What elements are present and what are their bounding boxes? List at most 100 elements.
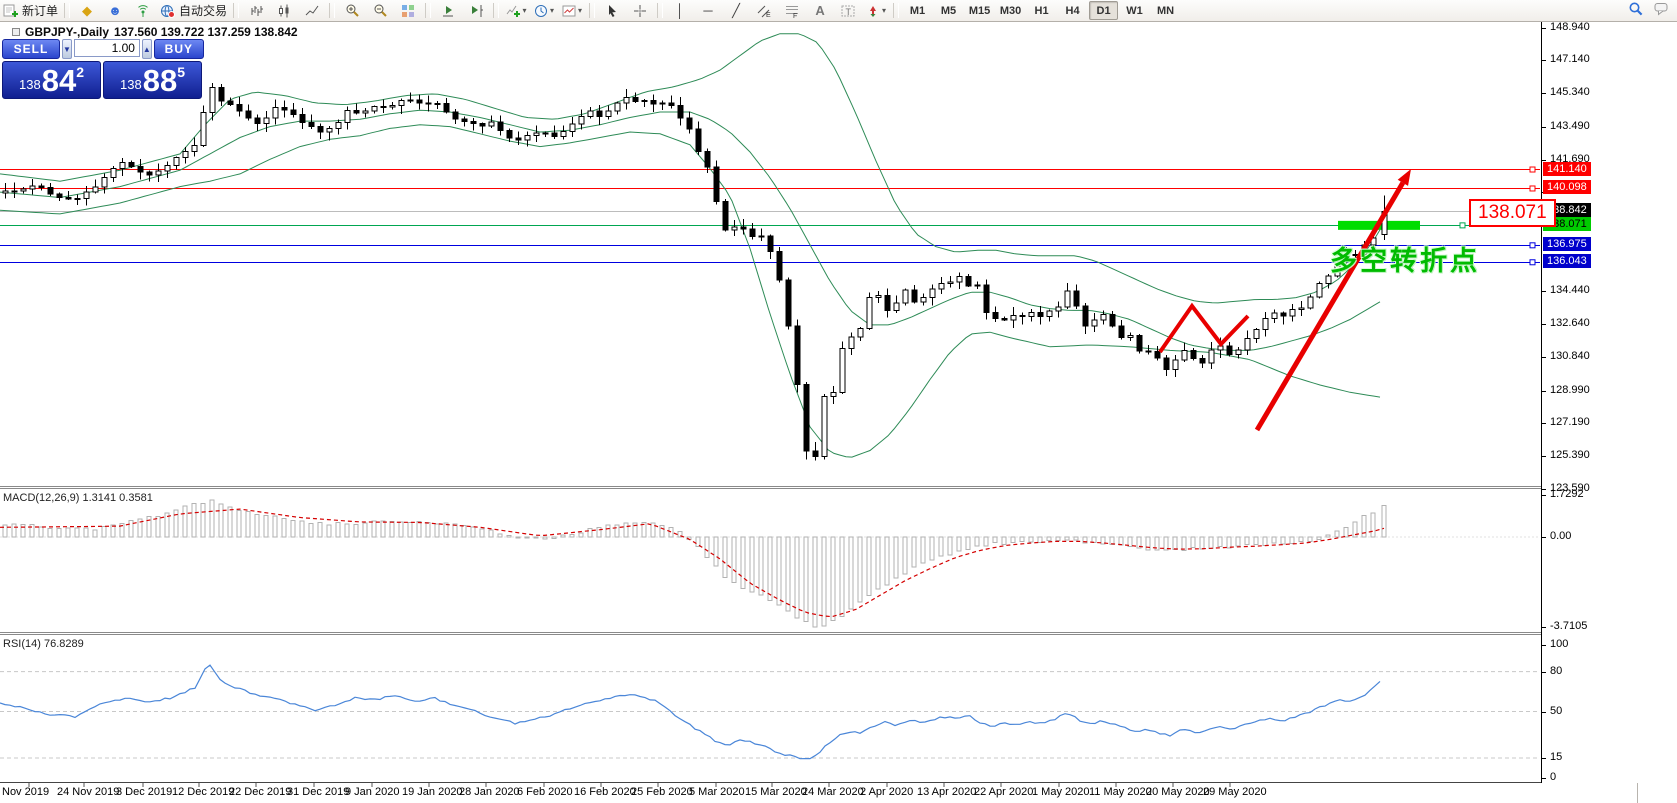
rsi-tick — [1542, 778, 1546, 779]
sell-price-prefix: 138 — [19, 77, 41, 92]
macd-tick — [1542, 537, 1546, 538]
toolbar-separator — [233, 3, 239, 18]
hline-handle[interactable] — [1530, 167, 1535, 172]
chart-ohlc-values: 137.560 139.722 137.259 138.842 — [114, 25, 298, 39]
horizontal-line-button[interactable]: ─ — [694, 0, 722, 21]
timeframe-h4-button[interactable]: H4 — [1058, 1, 1087, 20]
macd-tick — [1542, 495, 1546, 496]
periods-button[interactable]: ▾ — [530, 0, 558, 21]
buy-button[interactable]: BUY — [154, 39, 204, 59]
svg-text:E: E — [766, 12, 771, 18]
arrows-button[interactable]: ▾ — [862, 0, 890, 21]
volume-input[interactable] — [74, 39, 140, 57]
autotrading-button-label: 自动交易 — [179, 2, 227, 19]
sell-price-big: 84 — [42, 64, 76, 97]
time-label: 15 Mar 2020 — [745, 786, 807, 798]
hline-icon: ─ — [703, 4, 712, 18]
hline-handle[interactable] — [1530, 260, 1535, 265]
time-axis[interactable]: Nov 201924 Nov 20193 Dec 201912 Dec 2019… — [0, 784, 1541, 803]
chevron-down-icon[interactable]: ▾ — [882, 6, 886, 15]
rsi-tick — [1542, 645, 1546, 646]
rsi-tick-label: 15 — [1550, 751, 1562, 763]
price-tick — [1542, 423, 1546, 424]
chart-canvas[interactable] — [0, 0, 1541, 803]
price-tick — [1542, 93, 1546, 94]
timeframe-m15-button[interactable]: M15 — [965, 1, 994, 20]
bar-chart-button[interactable] — [242, 0, 270, 21]
time-label: 29 May 2020 — [1203, 786, 1267, 798]
price-axis[interactable]: 148.940147.140145.340143.490141.690139.8… — [1541, 21, 1638, 783]
tile-windows-button[interactable] — [394, 0, 422, 21]
equidistant-channel-button[interactable]: E — [750, 0, 778, 21]
price-tick-label: 148.940 — [1550, 21, 1590, 33]
volume-decrease-button[interactable]: ▼ — [62, 39, 72, 59]
timeframe-m30-button[interactable]: M30 — [996, 1, 1025, 20]
fibonacci-button[interactable]: F — [778, 0, 806, 21]
zoom-out-icon — [373, 3, 388, 18]
bollinger-lower-band — [0, 125, 1380, 457]
community-button[interactable]: ☻ — [101, 0, 129, 21]
timeframe-d1-button[interactable]: D1 — [1089, 1, 1118, 20]
timeframe-h1-button[interactable]: H1 — [1027, 1, 1056, 20]
crosshair-button[interactable] — [626, 0, 654, 21]
trendline-button[interactable]: ╱ — [722, 0, 750, 21]
line-chart-button[interactable] — [298, 0, 326, 21]
time-label: 5 Mar 2020 — [689, 786, 745, 798]
text-label-button[interactable]: T — [834, 0, 862, 21]
toolbar-separator — [657, 3, 663, 18]
hline-handle[interactable] — [1460, 223, 1465, 228]
mt4-terminal: 新订单 ◆☻ 自动交易 ▾ ▾ ▾ │ ─ ╱ E F AT ▾ M1M5M15M30H1H4D1W1MN… — [0, 0, 1677, 803]
time-label: Nov 2019 — [2, 786, 49, 798]
sell-button[interactable]: SELL — [2, 39, 60, 59]
price-annotation-label[interactable]: 138.071 — [1469, 199, 1556, 227]
price-line-label-140.098[interactable]: 140.098 — [1543, 180, 1591, 194]
sell-price-display[interactable]: 138 84 2 — [2, 61, 101, 99]
search-button[interactable] — [1628, 1, 1644, 20]
hline-handle[interactable] — [1530, 186, 1535, 191]
zoom-out-button[interactable] — [366, 0, 394, 21]
autotrading-button[interactable]: 自动交易 — [157, 0, 230, 21]
zigzag-annotation[interactable] — [1160, 306, 1248, 352]
price-line-label-136.043[interactable]: 136.043 — [1543, 254, 1591, 268]
auto-scroll-button[interactable] — [434, 0, 462, 21]
time-label: 13 Apr 2020 — [917, 786, 976, 798]
toolbar-separator — [425, 3, 431, 18]
time-label: 12 Dec 2019 — [172, 786, 234, 798]
price-line-label-141.140[interactable]: 141.140 — [1543, 162, 1591, 176]
vertical-line-button[interactable]: │ — [666, 0, 694, 21]
news-signal-button[interactable] — [129, 0, 157, 21]
chevron-down-icon[interactable]: ▾ — [578, 6, 582, 15]
price-line-label-136.975[interactable]: 136.975 — [1543, 237, 1591, 251]
bull-bear-turning-point-text[interactable]: 多空转折点 — [1330, 239, 1480, 278]
auto-scroll-icon — [441, 4, 456, 18]
text-button[interactable]: A — [806, 0, 834, 21]
chart-shift-button[interactable] — [462, 0, 490, 21]
text-icon: A — [815, 4, 824, 18]
volume-increase-button[interactable]: ▲ — [142, 39, 152, 59]
up-arrow-annotation[interactable] — [1257, 183, 1403, 430]
macd-tick — [1542, 627, 1546, 628]
tile-windows-icon — [401, 4, 415, 18]
favorites-button[interactable]: ◆ — [73, 0, 101, 21]
indicators-button[interactable]: ▾ — [502, 0, 530, 21]
timeframe-mn-button[interactable]: MN — [1151, 1, 1180, 20]
candlestick-chart-button[interactable] — [270, 0, 298, 21]
chevron-down-icon[interactable]: ▾ — [550, 6, 554, 15]
rsi-name: RSI(14) — [3, 638, 41, 650]
chevron-down-icon[interactable]: ▾ — [523, 6, 527, 15]
toolbar-separator — [589, 3, 595, 18]
new-order-button[interactable]: 新订单 — [0, 0, 61, 21]
one-click-trading-panel: SELL ▼ ▲ BUY 138 84 2 138 88 5 — [2, 39, 202, 99]
svg-text:F: F — [793, 13, 797, 18]
timeframe-m5-button[interactable]: M5 — [934, 1, 963, 20]
cursor-button[interactable] — [598, 0, 626, 21]
timeframe-m1-button[interactable]: M1 — [903, 1, 932, 20]
zoom-in-button[interactable] — [338, 0, 366, 21]
time-label: 3 Dec 2019 — [116, 786, 172, 798]
hline-handle[interactable] — [1530, 243, 1535, 248]
templates-button[interactable]: ▾ — [558, 0, 586, 21]
buy-price-display[interactable]: 138 88 5 — [103, 61, 202, 99]
vline-icon: │ — [676, 4, 684, 18]
chat-button[interactable] — [1654, 2, 1671, 19]
timeframe-w1-button[interactable]: W1 — [1120, 1, 1149, 20]
